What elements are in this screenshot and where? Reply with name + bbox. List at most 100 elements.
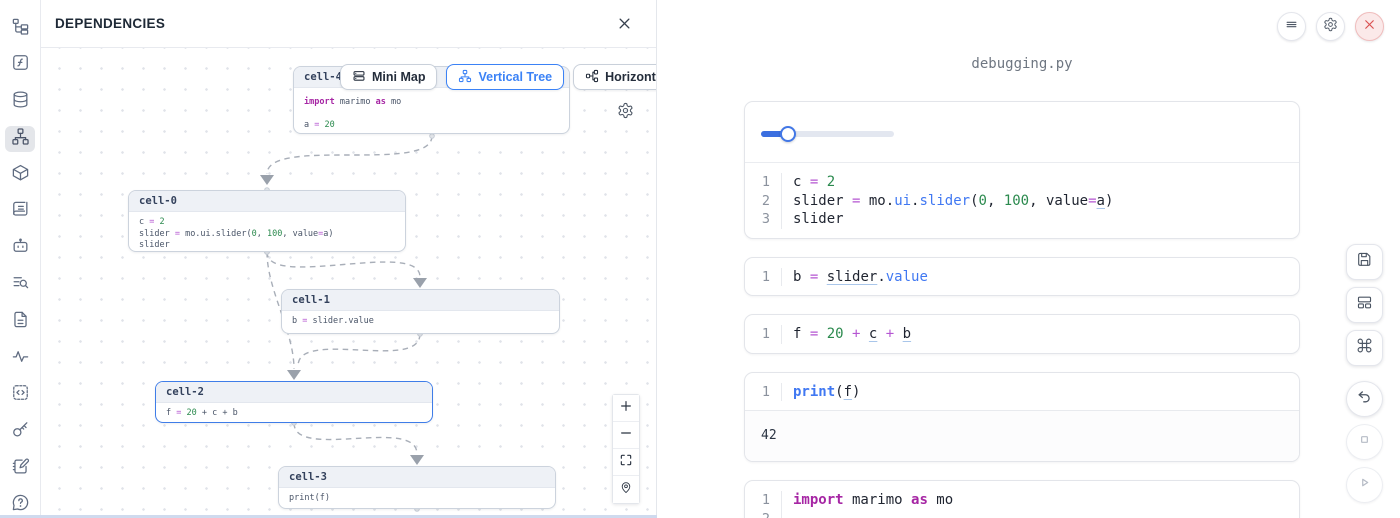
- save-button[interactable]: [1346, 244, 1383, 280]
- keyboard-shortcuts-button[interactable]: [1346, 330, 1383, 366]
- sidebar-item-functions[interactable]: [5, 53, 35, 79]
- packages-icon: [11, 163, 30, 187]
- code-editor[interactable]: 1print(f): [745, 373, 1299, 411]
- menu-icon: [1284, 17, 1299, 37]
- zoom-in-button[interactable]: [613, 395, 639, 422]
- file-tree-icon: [11, 17, 30, 41]
- horizontal-tree-icon: [585, 69, 599, 86]
- vertical-tree-icon: [458, 69, 472, 86]
- sidebar-item-variables[interactable]: [5, 272, 35, 298]
- sidebar-item-dependencies[interactable]: [5, 126, 35, 152]
- sidebar-item-documentation[interactable]: [5, 309, 35, 335]
- stop-button[interactable]: [1346, 424, 1383, 460]
- line-number: 1: [745, 491, 781, 510]
- zoom-in-icon: [619, 399, 633, 418]
- sidebar-item-file-tree[interactable]: [5, 16, 35, 42]
- graph-node-code: print(f): [279, 488, 555, 509]
- dependencies-panel: DEPENDENCIES cell-4import marimo as moa …: [41, 0, 657, 518]
- graph-node-code: import marimo as moa = 20: [294, 88, 569, 134]
- zoom-out-button[interactable]: [613, 422, 639, 449]
- sidebar-item-scratchpad[interactable]: [5, 456, 35, 482]
- sidebar-item-packages[interactable]: [5, 163, 35, 189]
- code-cell: 1print(f)42: [744, 372, 1300, 463]
- shutdown-button[interactable]: [1355, 12, 1384, 41]
- sidebar-item-secrets[interactable]: [5, 419, 35, 445]
- code-line[interactable]: import marimo as mo: [781, 491, 1299, 510]
- code-line[interactable]: [781, 510, 1299, 518]
- save-icon: [1356, 251, 1373, 273]
- sidebar-item-logs[interactable]: [5, 199, 35, 225]
- code-editor[interactable]: 1import marimo as mo2: [745, 481, 1299, 518]
- code-editor[interactable]: 1c = 22slider = mo.ui.slider(0, 100, val…: [745, 163, 1299, 238]
- notebook-action-buttons: [1346, 244, 1383, 503]
- notebook-column: debugging.py 1c = 22slider = mo.ui.slide…: [744, 0, 1300, 518]
- keyboard-shortcuts-icon: [1356, 337, 1373, 359]
- line-number: 1: [745, 173, 781, 192]
- dependencies-icon: [11, 127, 30, 151]
- undo-button[interactable]: [1346, 381, 1383, 417]
- code-line[interactable]: slider = mo.ui.slider(0, 100, value=a): [781, 192, 1299, 211]
- graph-node-title: cell-2: [156, 382, 432, 403]
- fit-view-button[interactable]: [613, 449, 639, 476]
- graph-settings-gear-icon[interactable]: [617, 102, 634, 119]
- run-button[interactable]: [1346, 467, 1383, 503]
- dependencies-panel-header: DEPENDENCIES: [41, 0, 656, 48]
- graph-node-cell-0[interactable]: cell-0c = 2slider = mo.ui.slider(0, 100,…: [128, 190, 406, 252]
- sidebar-item-snippets[interactable]: [5, 382, 35, 408]
- line-number: 1: [745, 325, 781, 344]
- app-header-buttons: [1277, 12, 1384, 41]
- line-number: 2: [745, 510, 781, 518]
- rows-icon: [352, 69, 366, 86]
- secrets-icon: [11, 420, 30, 444]
- fit-view-icon: [619, 453, 633, 472]
- notebook-filename[interactable]: debugging.py: [744, 56, 1300, 72]
- layout-button[interactable]: [1346, 287, 1383, 323]
- layout-icon: [1356, 294, 1373, 316]
- code-cell: 1import marimo as mo2: [744, 480, 1300, 518]
- settings-button[interactable]: [1316, 12, 1345, 41]
- graph-node-title: cell-3: [279, 467, 555, 488]
- pin-icon: [619, 480, 633, 499]
- close-icon[interactable]: [613, 13, 635, 35]
- menu-button[interactable]: [1277, 12, 1306, 41]
- graph-zoom-controls: [612, 394, 640, 504]
- pin-button[interactable]: [613, 476, 639, 503]
- documentation-icon: [11, 310, 30, 334]
- sidebar-item-tracing[interactable]: [5, 346, 35, 372]
- graph-node-cell-2[interactable]: cell-2f = 20 + c + b: [155, 381, 433, 423]
- zoom-out-icon: [619, 426, 633, 445]
- run-icon: [1356, 474, 1373, 496]
- logs-icon: [11, 200, 30, 224]
- slider[interactable]: [761, 126, 894, 142]
- code-line[interactable]: slider: [781, 210, 1299, 229]
- undo-icon: [1356, 388, 1373, 410]
- help-icon: [11, 493, 30, 517]
- sidebar-item-datasources[interactable]: [5, 89, 35, 115]
- graph-view-toggle-group: Mini Map Vertical Tree Horizontal Tree: [340, 64, 656, 90]
- view-button-vertical-tree[interactable]: Vertical Tree: [446, 64, 564, 90]
- view-button-horizontal-tree[interactable]: Horizontal Tree: [573, 64, 656, 90]
- notebook-main-area: debugging.py 1c = 22slider = mo.ui.slide…: [657, 0, 1400, 518]
- line-number: 1: [745, 268, 781, 287]
- code-line[interactable]: b = slider.value: [781, 268, 1299, 287]
- code-line[interactable]: c = 2: [781, 173, 1299, 192]
- left-panel-wrapper: DEPENDENCIES cell-4import marimo as moa …: [0, 0, 657, 518]
- sidebar-item-chat[interactable]: [5, 236, 35, 262]
- stop-icon: [1356, 431, 1373, 453]
- graph-node-cell-1[interactable]: cell-1b = slider.value: [281, 289, 560, 334]
- slider-thumb[interactable]: [780, 126, 796, 142]
- code-cell: 1c = 22slider = mo.ui.slider(0, 100, val…: [744, 101, 1300, 239]
- shutdown-icon: [1362, 17, 1377, 37]
- line-number: 3: [745, 210, 781, 229]
- code-editor[interactable]: 1f = 20 + c + b: [745, 315, 1299, 353]
- view-button-mini-map[interactable]: Mini Map: [340, 64, 437, 90]
- code-cell: 1f = 20 + c + b: [744, 314, 1300, 354]
- code-line[interactable]: print(f): [781, 383, 1299, 402]
- code-line[interactable]: f = 20 + c + b: [781, 325, 1299, 344]
- graph-node-title: cell-1: [282, 290, 559, 311]
- graph-node-cell-3[interactable]: cell-3print(f): [278, 466, 556, 509]
- code-editor[interactable]: 1b = slider.value: [745, 258, 1299, 296]
- graph-node-code: f = 20 + c + b: [156, 403, 432, 423]
- tracing-icon: [11, 347, 30, 371]
- dependency-graph-canvas[interactable]: cell-4import marimo as moa = 20cell-0c =…: [41, 48, 656, 518]
